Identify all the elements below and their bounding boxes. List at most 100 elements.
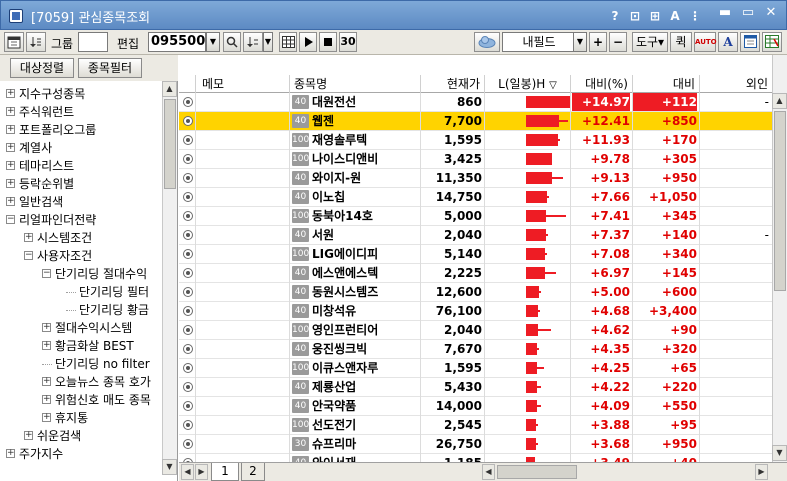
expand-icon[interactable]: + [6,179,15,188]
table-row[interactable]: 100 LIG에이디피 5,140 +7.08 +340 [179,245,772,264]
tree-item[interactable]: + 지수구성종목 [0,85,162,103]
add-button[interactable]: + [589,32,607,52]
table-settings-icon[interactable] [740,32,760,52]
quick-button[interactable]: 퀵 [670,32,692,52]
stock-name[interactable]: 동원시스템즈 [312,283,420,301]
table-row[interactable]: 100 이큐스앤자루 1,595 +4.25 +65 [179,359,772,378]
grid-scroll-up-icon[interactable]: ▲ [772,93,787,109]
tree-item[interactable]: − 리얼파인더전략 [0,211,162,229]
my-field-select[interactable]: 내필드 [502,32,574,52]
sort-icon[interactable] [26,32,46,52]
tree-item[interactable]: 단기리딩 필터 [0,283,162,301]
expand-icon[interactable]: + [6,449,15,458]
expand-icon[interactable]: + [6,197,15,206]
row-select-radio[interactable] [183,306,193,316]
row-select-radio[interactable] [183,135,193,145]
row-select-radio[interactable] [183,116,193,126]
scroll-thumb[interactable] [164,99,176,189]
auto-button[interactable]: AUTO [694,32,717,52]
search-icon[interactable] [223,32,241,52]
hscroll-right-icon[interactable]: ▶ [755,464,768,480]
stock-code-input[interactable]: 095500 [148,32,206,52]
link-icon[interactable]: ⊡ [627,8,643,24]
stock-name[interactable]: 나이스디앤비 [312,150,420,168]
row-select-radio[interactable] [183,401,193,411]
tree-item[interactable]: + 포트폴리오그룹 [0,121,162,139]
tree-item[interactable]: + 절대수익시스템 [0,319,162,337]
stock-name[interactable]: 이노칩 [312,188,420,206]
tree-item[interactable]: − 단기리딩 절대수익 [0,265,162,283]
expand-icon[interactable]: + [42,413,51,422]
tree-item[interactable]: + 오늘뉴스 종목 호가 [0,373,162,391]
expand-icon[interactable]: + [42,377,51,386]
stock-name[interactable]: 영인프런티어 [312,321,420,339]
header-memo[interactable]: 메모 [195,75,289,93]
table-row[interactable]: 30 슈프리마 26,750 +3.68 +950 [179,435,772,454]
scroll-down-icon[interactable]: ▼ [162,459,177,475]
collapse-icon[interactable]: − [6,215,15,224]
row-select-radio[interactable] [183,230,193,240]
collapse-icon[interactable]: − [42,269,51,278]
stock-name[interactable]: 동북아14호 [312,207,420,225]
expand-icon[interactable]: + [42,323,51,332]
table-row[interactable]: 40 웅진씽크빅 7,670 +4.35 +320 [179,340,772,359]
collapse-icon[interactable]: − [24,251,33,260]
stop-icon[interactable] [319,32,337,52]
table-row[interactable]: 40 에스앤에스텍 2,225 +6.97 +145 [179,264,772,283]
export-icon[interactable] [762,32,782,52]
stock-name[interactable]: 웹젠 [312,112,420,130]
table-row[interactable]: 100 선도전기 2,545 +3.88 +95 [179,416,772,435]
tree-item[interactable]: 단기리딩 황금 [0,301,162,319]
help-icon[interactable]: ? [607,8,623,24]
stock-filter-button[interactable]: 종목필터 [78,58,142,78]
hscroll-thumb[interactable] [497,465,577,479]
page-prev-icon[interactable]: ◀ [181,464,194,480]
stock-name[interactable]: 와이지-원 [312,169,420,187]
table-row[interactable]: 40 안국약품 14,000 +4.09 +550 [179,397,772,416]
table-row[interactable]: 100 영인프런티어 2,040 +4.62 +90 [179,321,772,340]
tree-item[interactable]: + 주식워런트 [0,103,162,121]
stock-name[interactable]: 슈프리마 [312,435,420,453]
table-row[interactable]: 100 동북아14호 5,000 +7.41 +345 [179,207,772,226]
pin-icon[interactable]: ⊞ [647,8,663,24]
font-size-icon[interactable]: A [667,8,683,24]
expand-icon[interactable]: + [42,341,51,350]
row-select-radio[interactable] [183,363,193,373]
header-amt[interactable]: 대비 [632,75,699,93]
cloud-icon[interactable] [474,32,500,52]
expand-icon[interactable]: + [24,233,33,242]
expand-icon[interactable]: + [42,395,51,404]
table-row[interactable]: 40 미창석유 76,100 +4.68 +3,400 [179,302,772,321]
order-sort-icon[interactable] [243,32,263,52]
code-dropdown-icon[interactable]: ▼ [206,32,220,52]
interval-button[interactable]: 30 [339,32,357,52]
stock-name[interactable]: 선도전기 [312,416,420,434]
table-row[interactable]: 40 동원시스템즈 12,600 +5.00 +600 [179,283,772,302]
close-button[interactable]: ✕ [761,6,781,22]
calendar-icon[interactable] [4,32,24,52]
table-row[interactable]: 40 와이지-원 11,350 +9.13 +950 [179,169,772,188]
table-row[interactable]: 40 제룡산업 5,430 +4.22 +220 [179,378,772,397]
expand-icon[interactable]: + [6,107,15,116]
stock-name[interactable]: 미창석유 [312,302,420,320]
grid-scroll-down-icon[interactable]: ▼ [772,445,787,461]
row-select-radio[interactable] [183,420,193,430]
expand-icon[interactable]: + [6,89,15,98]
table-row[interactable]: 40 이노칩 14,750 +7.66 +1,050 [179,188,772,207]
tools-button[interactable]: 도구▾ [632,32,668,52]
grid-scroll-thumb[interactable] [774,111,786,291]
stock-name[interactable]: 에스앤에스텍 [312,264,420,282]
table-row[interactable]: 40 웹젠 7,700 +12.41 +850 [179,112,772,131]
stock-name[interactable]: 와이서재 [312,454,420,462]
header-price[interactable]: 현재가 [420,75,484,93]
table-row[interactable]: 40와이서재1,185+3.49+40 [179,454,772,462]
stock-name[interactable]: 재영솔루텍 [312,131,420,149]
row-select-radio[interactable] [183,211,193,221]
tree-item[interactable]: + 일반검색 [0,193,162,211]
group-input[interactable] [78,32,108,52]
row-select-radio[interactable] [183,154,193,164]
table-row[interactable]: 40 대원전선 860 +14.97 +112 - [179,93,772,112]
scroll-up-icon[interactable]: ▲ [162,81,177,97]
row-select-radio[interactable] [183,192,193,202]
tree-item[interactable]: + 시스템조건 [0,229,162,247]
